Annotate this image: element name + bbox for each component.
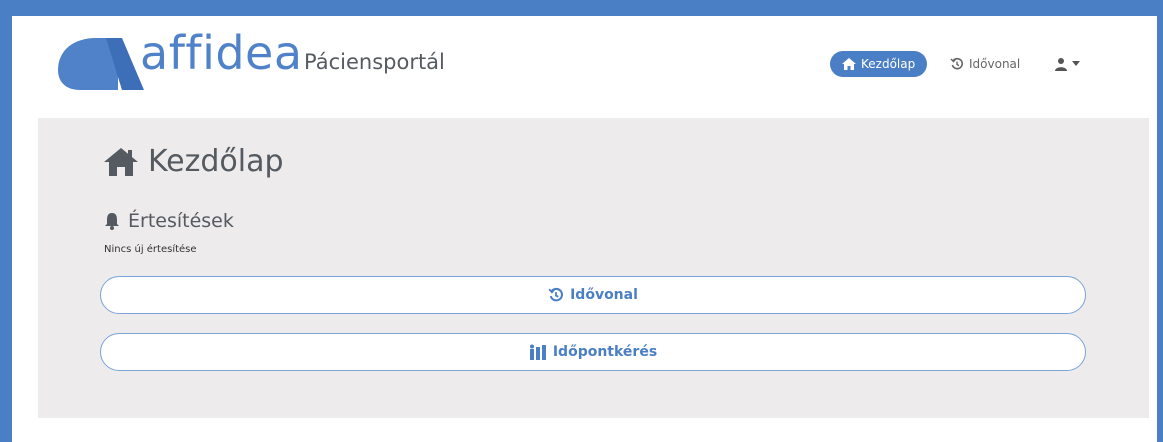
timeline-button-label: Idővonal: [570, 287, 638, 303]
page-title: Kezdőlap: [104, 144, 284, 179]
main-panel: Kezdőlap Értesítések Nincs új értesítése…: [38, 118, 1149, 418]
bell-icon: [104, 212, 120, 230]
chevron-down-icon: [1072, 61, 1080, 67]
notifications-empty-message: Nincs új értesítése: [104, 244, 197, 255]
timeline-button[interactable]: Idővonal: [100, 276, 1086, 314]
brand-subtitle: Páciensportál: [304, 50, 445, 74]
user-menu-dropdown[interactable]: [1054, 51, 1080, 77]
home-icon: [104, 147, 138, 176]
nav-home-label: Kezdőlap: [861, 57, 916, 71]
window-frame-left: [0, 0, 12, 442]
nav-timeline-label: Idővonal: [969, 57, 1021, 71]
user-icon: [1054, 57, 1068, 71]
appointment-request-label: Időpontkérés: [552, 344, 658, 360]
appointment-request-button[interactable]: Időpontkérés: [100, 333, 1086, 371]
history-icon: [548, 287, 564, 303]
notifications-title-text: Értesítések: [128, 210, 234, 232]
nav-home-button[interactable]: Kezdőlap: [830, 51, 928, 77]
brand-name: affidea: [140, 26, 303, 80]
history-icon: [950, 57, 964, 71]
page-title-text: Kezdőlap: [148, 144, 284, 179]
notifications-title: Értesítések: [104, 210, 234, 232]
nav-timeline-link[interactable]: Idővonal: [950, 51, 1020, 77]
appointment-icon: [529, 344, 547, 360]
window-frame-top: [0, 0, 1163, 16]
window-frame-right: [1157, 0, 1163, 442]
home-icon: [842, 58, 856, 70]
affidea-logo-icon[interactable]: [56, 36, 148, 92]
